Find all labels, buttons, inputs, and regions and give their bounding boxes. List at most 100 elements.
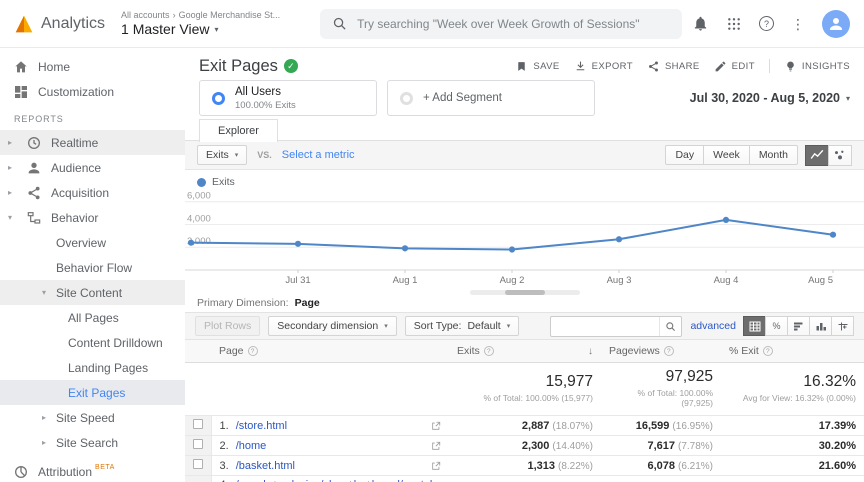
notifications-bell-icon[interactable] [692, 15, 709, 32]
metric-dropdown[interactable]: Exits ▾ [197, 145, 248, 165]
plot-rows-button[interactable]: Plot Rows [195, 316, 261, 336]
primary-dimension-row: Primary Dimension: Page [185, 294, 864, 312]
sidebar-item-all-pages[interactable]: All Pages [0, 305, 185, 330]
help-icon[interactable]: ? [759, 16, 774, 31]
chart-type-line-button[interactable] [805, 144, 829, 166]
view-performance-button[interactable] [787, 316, 810, 336]
avatar[interactable] [822, 9, 850, 38]
tab-explorer[interactable]: Explorer [199, 119, 278, 142]
page-link[interactable]: /home [236, 440, 267, 452]
table-view-toggle: % [743, 316, 854, 336]
svg-text:4,000: 4,000 [187, 213, 211, 224]
date-range-picker[interactable]: Jul 30, 2020 - Aug 5, 2020 ▾ [690, 91, 850, 105]
column-header-page[interactable]: Page ? [211, 340, 449, 363]
open-in-new-icon[interactable] [431, 421, 441, 431]
segment-all-users[interactable]: All Users 100.00% Exits [199, 80, 377, 116]
breadcrumb-property[interactable]: Google Merchandise St... [179, 10, 281, 20]
granularity-week-button[interactable]: Week [703, 145, 750, 165]
sidebar-item-site-speed[interactable]: ▸ Site Speed [0, 405, 185, 430]
edit-button[interactable]: EDIT [714, 60, 755, 73]
granularity-month-button[interactable]: Month [748, 145, 798, 165]
view-percentage-button[interactable]: % [765, 316, 788, 336]
add-segment-button[interactable]: + Add Segment [387, 80, 595, 116]
sidebar-item-overview[interactable]: Overview [0, 230, 185, 255]
analytics-home-link[interactable]: Analytics [14, 14, 105, 34]
help-icon[interactable]: ? [762, 346, 773, 356]
search-input[interactable] [357, 16, 670, 31]
page-link[interactable]: /store.html [236, 420, 287, 432]
sidebar-item-audience[interactable]: ▸ Audience [0, 155, 185, 180]
table-search-input[interactable] [551, 320, 660, 332]
metric-toolbar: Exits ▾ VS. Select a metric Day Week Mon… [185, 140, 864, 170]
help-icon[interactable]: ? [483, 346, 494, 356]
primary-dimension-page[interactable]: Page [295, 297, 320, 309]
report-header: Exit Pages ✓ SAVE EXPORT SHARE EDIT INSI… [185, 48, 864, 78]
sidebar-item-realtime[interactable]: ▸ Realtime [0, 130, 185, 155]
view-selector[interactable]: 1 Master View ▾ [121, 21, 280, 37]
granularity-day-button[interactable]: Day [665, 145, 705, 165]
chart-scrollbar-thumb[interactable] [504, 289, 545, 295]
page-link[interactable]: /basket.html [236, 460, 295, 472]
sidebar-item-behavior-flow[interactable]: Behavior Flow [0, 255, 185, 280]
table-header-row: Page ? Exits ? ↓ Pageviews ? % Exit ? [185, 340, 864, 363]
help-icon[interactable]: ? [663, 346, 674, 356]
brand-name: Analytics [41, 14, 106, 32]
table-search [550, 315, 683, 337]
sidebar-item-content-drilldown[interactable]: Content Drilldown [0, 330, 185, 355]
sort-type-dropdown[interactable]: Sort Type: Default ▾ [404, 316, 520, 336]
line-chart-icon [810, 149, 824, 159]
performance-bars-icon [793, 322, 802, 330]
column-header-pageviews[interactable]: Pageviews ? [601, 340, 721, 363]
sidebar-item-customization[interactable]: Customization [0, 79, 185, 104]
share-icon [648, 61, 658, 71]
apps-grid-icon[interactable] [726, 16, 742, 32]
column-header-exit-rate[interactable]: % Exit ? [721, 340, 864, 363]
topbar: Analytics All accounts › Google Merchand… [0, 0, 864, 48]
chart-scrollbar-track[interactable] [469, 289, 580, 295]
sidebar-item-site-search[interactable]: ▸ Site Search [0, 430, 185, 455]
export-button[interactable]: EXPORT [574, 60, 633, 73]
svg-text:Aug 2: Aug 2 [500, 275, 525, 286]
sidebar-item-exit-pages[interactable]: Exit Pages [0, 380, 185, 405]
advanced-link[interactable]: advanced [690, 320, 736, 332]
view-pivot-button[interactable] [831, 316, 854, 336]
sidebar-item-acquisition[interactable]: ▸ Acquisition [0, 180, 185, 205]
row-checkbox[interactable] [193, 459, 203, 469]
breadcrumb-account[interactable]: All accounts [121, 10, 170, 20]
realtime-clock-icon [26, 135, 42, 151]
row-checkbox[interactable] [193, 439, 203, 449]
sidebar-item-landing-pages[interactable]: Landing Pages [0, 355, 185, 380]
search-icon [332, 16, 347, 31]
share-button[interactable]: SHARE [647, 60, 700, 73]
sidebar-item-home[interactable]: Home [0, 54, 185, 79]
chart-type-motion-button[interactable] [828, 144, 852, 166]
sidebar-item-behavior[interactable]: ▾ Behavior [0, 205, 185, 230]
summary-exits: 15,977 [545, 373, 593, 390]
sidebar-section-reports: REPORTS [14, 114, 64, 124]
legend-dot-icon [197, 177, 206, 187]
view-comparison-button[interactable] [809, 316, 832, 336]
open-in-new-icon[interactable] [431, 441, 441, 451]
row-checkbox[interactable] [193, 419, 203, 429]
insights-button[interactable]: INSIGHTS [784, 60, 850, 73]
chart-panel: Exits 2,000 4,000 6,000 Jul 31 Aug 1 Aug 2 Aug… [185, 170, 864, 295]
global-search[interactable] [320, 8, 682, 39]
comparison-bars-icon [816, 322, 826, 330]
more-vert-icon[interactable]: ⋮ [791, 17, 805, 31]
exits-line-chart[interactable]: 2,0004,0006,000Jul 31 Aug 1 Aug 2 Aug 3 Aug … [185, 190, 864, 288]
help-icon[interactable]: ? [247, 346, 258, 356]
save-button[interactable]: SAVE [515, 60, 559, 73]
sidebar: Home Customization REPORTS ▸ Realtime ▸ … [0, 48, 185, 482]
report-content: Exit Pages ✓ SAVE EXPORT SHARE EDIT INSI… [185, 48, 864, 482]
view-table-button[interactable] [743, 316, 766, 336]
sidebar-item-site-content[interactable]: ▾ Site Content [0, 280, 185, 305]
table-search-button[interactable] [659, 316, 681, 336]
behavior-flow-icon [26, 210, 42, 226]
column-header-exits[interactable]: Exits ? ↓ [449, 340, 601, 363]
secondary-dimension-dropdown[interactable]: Secondary dimension ▾ [268, 316, 397, 336]
open-in-new-icon[interactable] [431, 461, 441, 471]
beta-badge: BETA [95, 464, 115, 471]
select-metric-dropdown[interactable]: Select a metric [282, 149, 355, 161]
svg-text:Jul 31: Jul 31 [285, 275, 310, 286]
sidebar-item-attribution[interactable]: Attribution BETA [0, 459, 185, 482]
